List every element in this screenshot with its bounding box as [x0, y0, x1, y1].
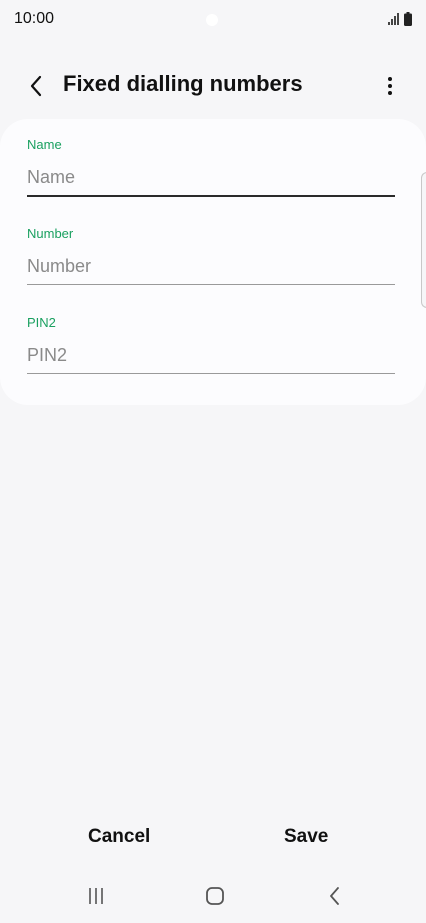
page-title: Fixed dialling numbers — [63, 71, 303, 96]
bottom-actions: Cancel Save — [0, 820, 426, 860]
number-label: Number — [27, 226, 74, 241]
name-input[interactable] — [27, 159, 395, 197]
name-field: Name — [27, 137, 395, 201]
battery-icon — [404, 12, 412, 26]
name-label: Name — [27, 137, 62, 152]
recents-button[interactable] — [81, 884, 111, 908]
camera-dot — [206, 14, 218, 26]
more-options-button[interactable] — [376, 70, 404, 102]
pin2-field: PIN2 — [27, 315, 395, 379]
pin2-input[interactable] — [27, 337, 395, 374]
status-bar: 10:00 — [0, 0, 426, 40]
back-icon — [330, 887, 339, 905]
recents-icon — [89, 888, 103, 904]
cancel-button[interactable]: Cancel — [88, 826, 150, 848]
home-icon — [206, 887, 224, 905]
home-button[interactable] — [200, 884, 230, 908]
number-input[interactable] — [27, 248, 395, 285]
chevron-left-icon — [30, 75, 42, 97]
save-button[interactable]: Save — [284, 826, 328, 848]
pin2-label: PIN2 — [27, 315, 56, 330]
navigation-bar — [0, 876, 426, 916]
number-field: Number — [27, 226, 395, 290]
back-button[interactable] — [20, 70, 52, 102]
signal-icon — [388, 13, 399, 25]
app-header: Fixed dialling numbers — [0, 60, 426, 110]
more-vertical-icon — [388, 77, 392, 95]
nav-back-button[interactable] — [320, 884, 350, 908]
scrollbar-handle[interactable] — [421, 172, 426, 308]
form-card: Name Number PIN2 — [0, 119, 426, 405]
status-time: 10:00 — [14, 10, 55, 27]
